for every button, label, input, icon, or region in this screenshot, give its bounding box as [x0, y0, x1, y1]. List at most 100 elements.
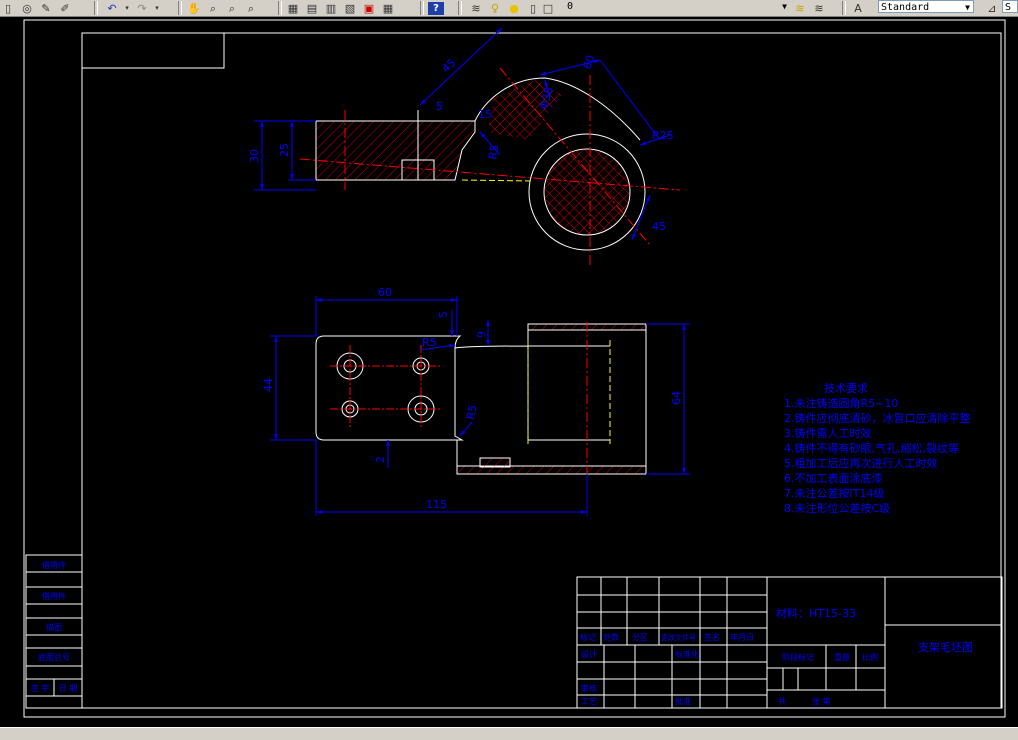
layer-tools-group: ≋ ≋	[792, 1, 827, 15]
title-header-3: 分区	[632, 633, 648, 642]
top-view-lower-profile	[461, 179, 531, 182]
dim-front-9: 9	[475, 331, 488, 338]
text-style-icon[interactable]: A	[850, 2, 866, 15]
toolbar-separator	[94, 1, 98, 15]
help-group: ?	[428, 1, 444, 15]
title-scale: 比例	[862, 652, 878, 662]
dim-style-combo[interactable]: S	[1002, 0, 1018, 13]
color-swatch-icon[interactable]: □	[543, 2, 553, 15]
pen-icon[interactable]: ✎	[38, 2, 54, 15]
top-view	[299, 67, 681, 265]
dim-style-value: S	[1005, 2, 1012, 13]
side-label-3: 描图	[46, 622, 62, 632]
zoom-realtime-icon[interactable]: ⌕	[205, 2, 221, 15]
layer-state-icon[interactable]: ♀	[487, 2, 503, 15]
toolbar-separator	[842, 1, 846, 15]
open-icon[interactable]: ▯	[0, 2, 16, 15]
calculator-icon[interactable]: ▦	[380, 2, 396, 15]
layer-previous-icon[interactable]: ≋	[811, 2, 827, 15]
title-header-1: 标记	[580, 632, 596, 642]
text-style-group: A	[850, 1, 866, 15]
tech-item-8: 8.未注形位公差按C级	[784, 501, 890, 515]
undo-dropdown-icon[interactable]: ▾	[123, 2, 131, 15]
chevron-down-icon: ▼	[782, 2, 787, 11]
undo-icon[interactable]: ↶	[104, 2, 120, 15]
publish-icon[interactable]: ◎	[19, 2, 35, 15]
title-header-2: 处数	[603, 632, 619, 642]
toolbar: ▯ ◎ ✎ ✐ ↶ ▾ ↷ ▾ ✋ ⌕ ⌕ ⌕ ▦ ▤ ▥ ▧ ▣ ▦ ? ≋ …	[0, 0, 1018, 17]
drawing-canvas[interactable]: 45 60 15 5 Φ38 R5 R25 30 25 45 60 5 R5 9…	[0, 16, 1018, 727]
sheet-set-icon[interactable]: ▧	[342, 2, 358, 15]
toolbar-separator	[420, 1, 424, 15]
layers-icon[interactable]: ≋	[792, 2, 808, 15]
title-sheet: 张 第	[812, 696, 831, 706]
title-row-standard: 标准化	[675, 649, 699, 659]
chevron-down-icon: ▼	[965, 3, 970, 12]
dim-front-r5b: R5	[464, 404, 479, 421]
tech-item-7: 7.未注公差按IT14级	[784, 486, 884, 500]
designcenter-icon[interactable]: ▤	[304, 2, 320, 15]
title-header-6: 年月日	[730, 632, 754, 642]
tech-item-3: 3.铸件需人工时效	[784, 426, 872, 440]
tech-item-2: 2.铸件应彻底清砂，冰冒口应清除平整	[784, 411, 971, 425]
redo-icon[interactable]: ↷	[134, 2, 150, 15]
dim-top-30: 30	[248, 149, 261, 163]
dim-top-45: 45	[439, 56, 458, 75]
side-label-4: 底图总号	[38, 652, 70, 662]
brush-icon[interactable]: ✐	[57, 2, 73, 15]
title-row-check: 审核	[581, 683, 597, 693]
layer-manager-icon[interactable]: ≋	[468, 2, 484, 15]
tech-item-4: 4.铸件不得有砂眼,气孔,缩松,裂纹等	[784, 441, 959, 455]
top-view-hub-hatch	[543, 148, 631, 236]
title-row-approve: 批准	[675, 696, 691, 706]
title-header-4: 更改文件号	[661, 633, 696, 642]
title-header-5: 签名	[704, 632, 720, 642]
status-bar	[0, 727, 1018, 740]
dim-top-5: 5	[436, 100, 443, 113]
pan-icon[interactable]: ✋	[186, 2, 202, 15]
title-row-design: 设计	[581, 649, 597, 659]
dim-front-60: 60	[378, 286, 392, 299]
lock-icon[interactable]: ▯	[525, 2, 541, 15]
zoom-window-icon[interactable]: ⌕	[224, 2, 240, 15]
dim-front-5: 5	[437, 311, 450, 318]
front-view-pad	[479, 457, 511, 468]
title-material: 材料：HT15-33	[776, 606, 856, 620]
dim-top-15: 15	[478, 108, 492, 121]
front-view-dimension-labels: 60 5 R5 9 44 64 R5 2 115	[262, 286, 683, 511]
properties-icon[interactable]: ▦	[285, 2, 301, 15]
toolbar-separator	[278, 1, 282, 15]
help-icon[interactable]: ?	[428, 1, 444, 15]
tool-palettes-icon[interactable]: ▥	[323, 2, 339, 15]
dim-front-64: 64	[670, 391, 683, 405]
redo-dropdown-icon[interactable]: ▾	[153, 2, 161, 15]
dim-style-icon[interactable]: ⊿	[984, 2, 1000, 15]
layer-combo[interactable]: 0 ▼	[565, 0, 790, 13]
tech-item-1: 1.未注铸造圆角R5~10	[784, 396, 898, 410]
title-stage: 阶段标记	[782, 652, 814, 662]
dim-top-r25: R25	[652, 129, 674, 142]
front-view-hole-centers	[330, 345, 440, 428]
text-style-combo[interactable]: Standard ▼	[878, 0, 974, 13]
dim-front-2: 2	[374, 456, 387, 463]
side-label-1: 借用件	[42, 560, 66, 570]
side-label-2: 借用件	[42, 591, 66, 601]
layer-value: 0	[567, 1, 574, 12]
layer-group: ≋ ♀ ● ▯ □	[468, 1, 553, 15]
standard-toolbar-group: ▯ ◎ ✎ ✐	[0, 1, 73, 15]
dim-front-44: 44	[262, 378, 275, 392]
front-view	[315, 322, 647, 478]
title-weight: 重量	[834, 652, 850, 662]
title-drawing-name: 支架毛坯图	[918, 641, 973, 654]
dim-top-60: 60	[581, 53, 598, 71]
tech-title: 技术要求	[824, 382, 868, 395]
dim-front-115: 115	[426, 498, 447, 511]
sun-icon[interactable]: ●	[506, 2, 522, 15]
title-sheets: 共	[778, 697, 786, 706]
zoom-previous-icon[interactable]: ⌕	[243, 2, 259, 15]
dim-top-25: 25	[278, 143, 291, 157]
markup-icon[interactable]: ▣	[361, 2, 377, 15]
undo-group: ↶ ▾ ↷ ▾	[104, 1, 161, 15]
toolbar-separator	[178, 1, 182, 15]
title-block: 标记 处数 分区 更改文件号 签名 年月日 设计 标准化 审核 工艺 批准 阶段…	[576, 576, 1003, 709]
